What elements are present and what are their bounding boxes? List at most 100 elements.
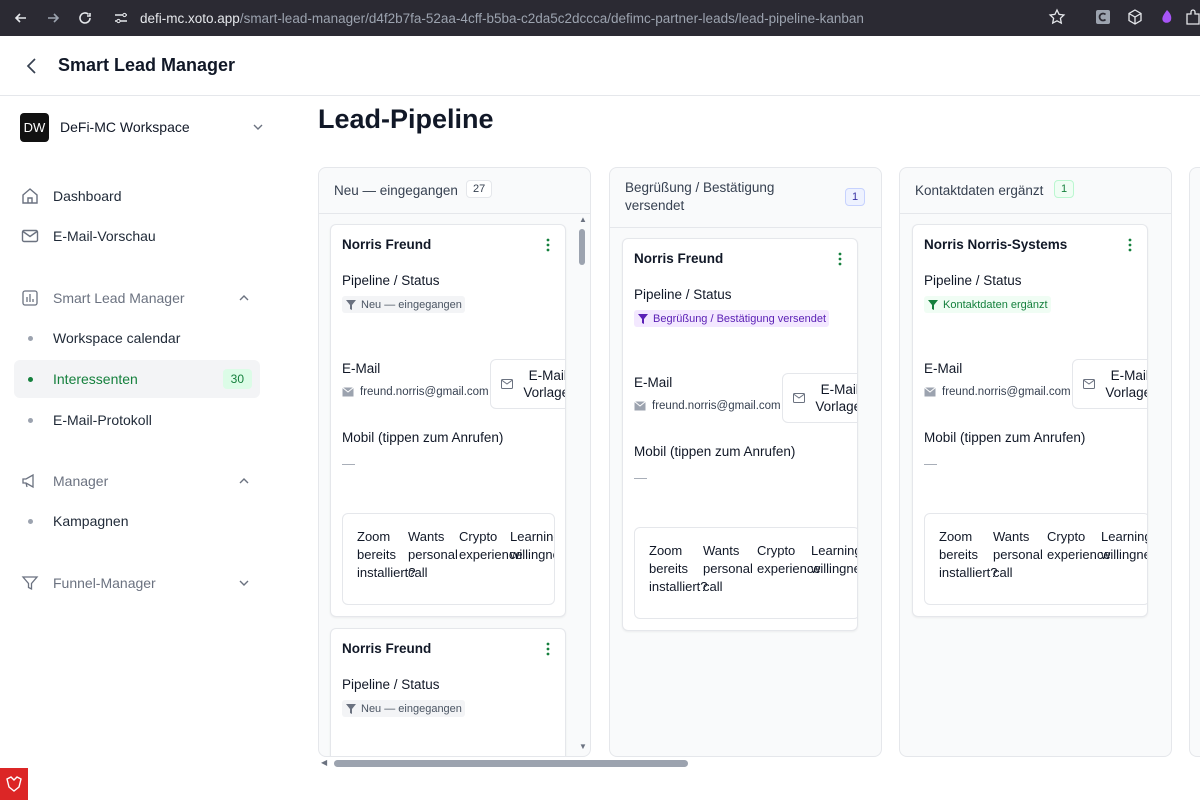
tags-box: Zoom bereits installiert? Wants personal… bbox=[634, 527, 857, 619]
column-count-badge: 1 bbox=[1054, 180, 1075, 198]
kanban-column-welcome-sent: Begrüßung / Bestätigung versendet 1 Norr… bbox=[609, 167, 882, 757]
lead-card[interactable]: Norris Freund Pipeline / Status Neu — ei… bbox=[330, 628, 566, 756]
workspace-switcher[interactable]: DW DeFi-MC Workspace bbox=[20, 112, 270, 142]
tag-label: Wants personal call bbox=[703, 543, 753, 594]
sidebar-section-label: Manager bbox=[53, 473, 109, 489]
sidebar-item-email-preview[interactable]: E-Mail-Vorschau bbox=[20, 220, 260, 252]
tags-box: Zoom bereits installiert? Wants personal… bbox=[342, 513, 555, 605]
column-scrollbar-thumb[interactable] bbox=[579, 229, 585, 265]
status-chip[interactable]: Neu — eingegangen bbox=[342, 700, 465, 717]
mobile-value[interactable]: — bbox=[924, 456, 937, 471]
sidebar-item-interessenten[interactable]: Interessenten 30 bbox=[14, 360, 260, 398]
sidebar-item-label: Dashboard bbox=[53, 188, 122, 204]
extension-puzzle-icon[interactable] bbox=[1184, 8, 1200, 26]
mail-icon bbox=[634, 401, 646, 411]
sidebar-item-dashboard[interactable]: Dashboard bbox=[20, 180, 260, 212]
tag-label: Learning willingness bbox=[510, 529, 554, 562]
column-header: Kontaktdaten ergänzt 1 bbox=[900, 168, 1171, 214]
bullet-dot bbox=[28, 417, 33, 423]
scroll-left-arrow[interactable]: ◀ bbox=[321, 758, 327, 767]
leads-count-badge: 30 bbox=[222, 369, 252, 389]
email-templates-button[interactable]: E-Mail-Vorlagen bbox=[782, 373, 857, 423]
status-chip[interactable]: Kontaktdaten ergänzt bbox=[924, 296, 1051, 313]
funnel-icon bbox=[346, 299, 356, 310]
scroll-down-arrow[interactable]: ▼ bbox=[579, 742, 587, 751]
sidebar-item-campaigns[interactable]: Kampagnen bbox=[14, 502, 260, 540]
browser-forward-button[interactable] bbox=[42, 7, 64, 29]
field-label: E-Mail bbox=[634, 375, 673, 390]
sidebar: DW DeFi-MC Workspace Dashboard E-Mail-Vo… bbox=[0, 97, 280, 800]
field-label: E-Mail bbox=[924, 361, 963, 376]
extension-purple-icon[interactable] bbox=[1158, 8, 1176, 26]
email-value[interactable]: freund.norris@gmail.com bbox=[924, 386, 1071, 398]
sidebar-section-manager[interactable]: Manager bbox=[20, 465, 260, 497]
tag-label: Wants personal call bbox=[993, 529, 1043, 580]
more-vertical-icon[interactable] bbox=[837, 251, 843, 267]
lead-name: Norris Freund bbox=[342, 641, 432, 656]
chevron-down-icon bbox=[253, 124, 263, 130]
column-header: Neu — eingegangen 27 bbox=[319, 168, 590, 214]
column-header: Begrüßung / Bestätigung versendet 1 bbox=[610, 168, 881, 228]
lead-card[interactable]: Norris Norris-Systems Pipeline / Status … bbox=[912, 224, 1148, 617]
scroll-up-arrow[interactable]: ▲ bbox=[579, 215, 587, 224]
sidebar-item-label: Interessenten bbox=[53, 371, 138, 387]
email-value[interactable]: freund.norris@gmail.com bbox=[634, 400, 781, 412]
tag-label: Crypto experience bbox=[1047, 529, 1111, 562]
sidebar-section-funnel-manager[interactable]: Funnel-Manager bbox=[20, 567, 260, 599]
lead-name: Norris Norris-Systems bbox=[924, 237, 1068, 252]
logo-icon bbox=[6, 776, 22, 792]
chevron-left-icon[interactable] bbox=[22, 56, 42, 76]
email-text: freund.norris@gmail.com bbox=[652, 400, 781, 412]
email-templates-button[interactable]: E-Mail-Vorlagen bbox=[490, 359, 565, 409]
browser-back-button[interactable] bbox=[10, 7, 32, 29]
field-label: Pipeline / Status bbox=[342, 273, 440, 288]
mobile-value[interactable]: — bbox=[634, 470, 647, 485]
tags-box: Zoom bereits installiert? Wants personal… bbox=[924, 513, 1147, 605]
email-templates-button[interactable]: E-Mail-Vorlagen bbox=[1072, 359, 1147, 409]
address-bar[interactable]: defi-mc.xoto.app/smart-lead-manager/d4f2… bbox=[112, 4, 1082, 32]
sidebar-item-email-log[interactable]: E-Mail-Protokoll bbox=[14, 401, 260, 439]
kanban-column-new: Neu — eingegangen 27 Norris Freund Pipel… bbox=[318, 167, 591, 757]
sidebar-item-workspace-calendar[interactable]: Workspace calendar bbox=[14, 319, 260, 357]
bookmark-star-icon[interactable] bbox=[1048, 8, 1066, 26]
status-chip[interactable]: Begrüßung / Bestätigung versendet bbox=[634, 310, 830, 327]
board-horizontal-scrollbar-thumb[interactable] bbox=[334, 760, 688, 767]
more-vertical-icon[interactable] bbox=[545, 237, 551, 253]
bullet-dot bbox=[28, 518, 33, 524]
lead-card[interactable]: Norris Freund Pipeline / Status Begrüßun… bbox=[622, 238, 858, 631]
column-count-badge: 27 bbox=[466, 180, 493, 198]
column-count-badge: 1 bbox=[845, 188, 866, 206]
sidebar-section-smart-lead-manager[interactable]: Smart Lead Manager bbox=[20, 282, 260, 314]
kanban-column-next-edge bbox=[1189, 167, 1200, 757]
mail-icon bbox=[793, 393, 805, 403]
app-logo-badge[interactable] bbox=[0, 768, 28, 800]
field-label: Mobil (tippen zum Anrufen) bbox=[342, 430, 504, 445]
extension-cube-icon[interactable] bbox=[1126, 8, 1144, 26]
site-settings-icon[interactable] bbox=[112, 9, 130, 27]
email-text: freund.norris@gmail.com bbox=[942, 386, 1071, 398]
browser-reload-button[interactable] bbox=[74, 7, 96, 29]
chevron-up-icon bbox=[239, 478, 249, 484]
column-title: Kontaktdaten ergänzt bbox=[915, 183, 1044, 198]
funnel-icon bbox=[346, 703, 356, 714]
sidebar-item-label: E-Mail-Vorschau bbox=[53, 228, 156, 244]
status-chip[interactable]: Neu — eingegangen bbox=[342, 296, 465, 313]
more-vertical-icon[interactable] bbox=[545, 641, 551, 657]
more-vertical-icon[interactable] bbox=[1127, 237, 1133, 253]
workspace-name: DeFi-MC Workspace bbox=[60, 119, 190, 135]
sidebar-item-label: Kampagnen bbox=[53, 513, 129, 529]
field-label: Pipeline / Status bbox=[342, 677, 440, 692]
lead-card[interactable]: Norris Freund Pipeline / Status Neu — ei… bbox=[330, 224, 566, 617]
bullet-dot bbox=[28, 335, 33, 341]
arrow-right-icon bbox=[48, 13, 60, 23]
sidebar-item-label: E-Mail-Protokoll bbox=[53, 412, 152, 428]
mobile-value[interactable]: — bbox=[342, 456, 355, 471]
lead-name: Norris Freund bbox=[342, 237, 432, 252]
extension-c-icon[interactable] bbox=[1094, 8, 1112, 26]
page-title: Lead-Pipeline bbox=[318, 104, 494, 134]
email-templates-label: E-Mail-Vorlagen bbox=[523, 368, 565, 400]
status-chip-label: Neu — eingegangen bbox=[361, 702, 462, 715]
chart-icon bbox=[22, 290, 38, 306]
email-value[interactable]: freund.norris@gmail.com bbox=[342, 386, 489, 398]
funnel-icon bbox=[638, 313, 648, 324]
